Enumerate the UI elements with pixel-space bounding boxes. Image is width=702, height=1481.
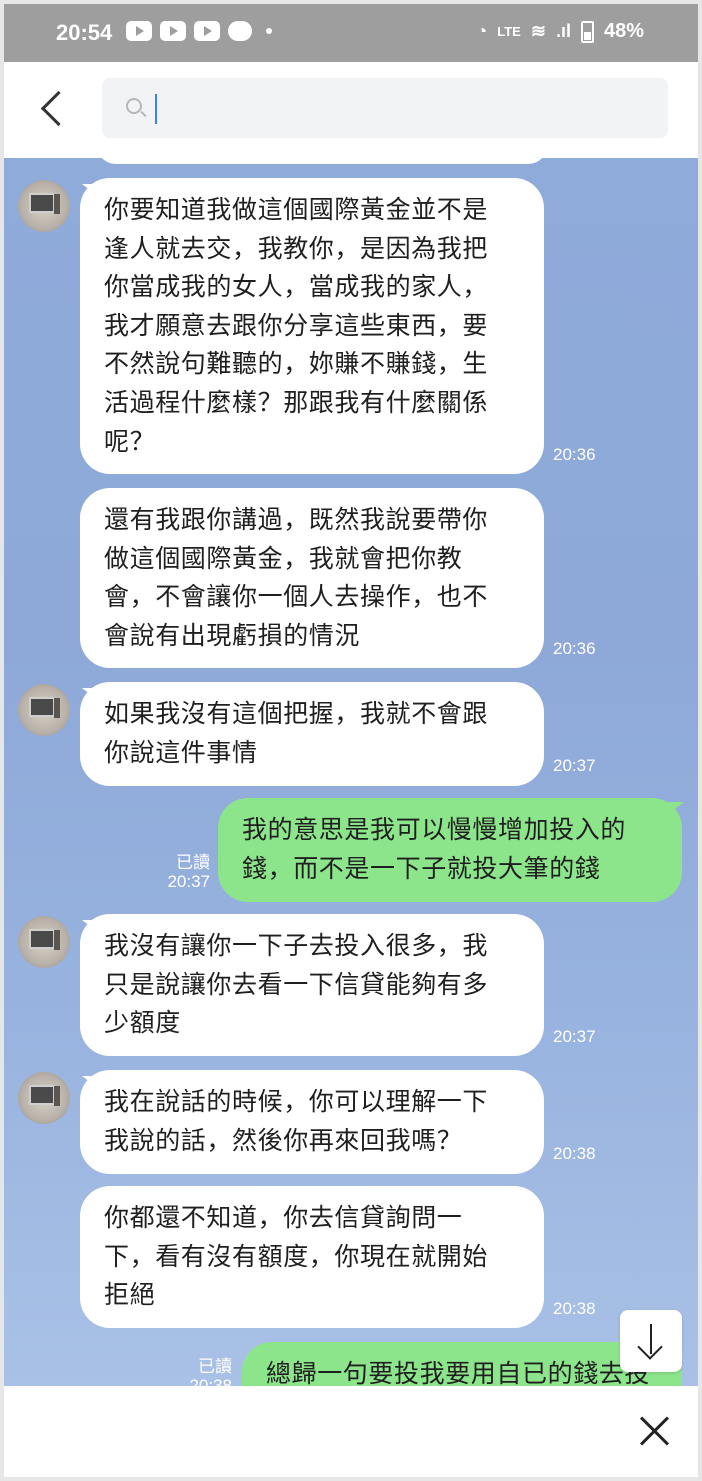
avatar[interactable] <box>18 684 70 736</box>
back-arrow-icon[interactable] <box>38 90 68 130</box>
alarm-icon: ◔ <box>476 21 488 41</box>
lte-icon: LTE <box>497 24 521 39</box>
status-indicators: ◔ LTE ≋ .ıl 48% <box>476 20 644 43</box>
search-bar[interactable] <box>102 78 668 138</box>
more-notifications-dot-icon <box>266 28 272 34</box>
wifi-icon: ≋ <box>530 21 546 41</box>
message-bubble-incoming[interactable]: 我沒有讓你一下子去投入很多，我 只是說讓你去看一下信貸能夠有多 少額度 <box>80 914 544 1056</box>
close-icon[interactable] <box>636 1412 674 1450</box>
previous-message-bubble <box>96 158 548 164</box>
message-bubble-incoming[interactable]: 你都還不知道，你去信貸詢問一 下，看有沒有額度，你現在就開始 拒絕 <box>80 1186 544 1328</box>
search-bottom-bar <box>4 1386 698 1477</box>
search-icon <box>126 98 142 114</box>
message-time: 20:37 <box>553 756 596 775</box>
chat-area[interactable]: 你要知道我做這個國際黃金並不是 逢人就去交，我教你，是因為我把 你當成我的女人，… <box>4 158 698 1386</box>
youtube-icon <box>126 21 152 41</box>
message-time: 20:38 <box>189 1376 232 1386</box>
battery-percent: 48% <box>603 20 644 42</box>
text-cursor <box>155 94 157 124</box>
notification-icons <box>126 21 272 41</box>
status-bar: 20:54 ◔ LTE ≋ .ıl 48% <box>4 4 698 62</box>
avatar[interactable] <box>18 1072 70 1124</box>
message-time: 20:37 <box>167 872 210 891</box>
message-bubble-incoming[interactable]: 還有我跟你講過，既然我說要帶你 做這個國際黃金，我就會把你教 會，不會讓你一個人… <box>80 488 544 668</box>
message-bubble-incoming[interactable]: 如果我沒有這個把握，我就不會跟 你說這件事情 <box>80 682 544 786</box>
message-bubble-outgoing[interactable]: 我的意思是我可以慢慢增加投入的 錢，而不是一下子就投大筆的錢 <box>218 798 682 902</box>
scroll-to-bottom-button[interactable] <box>620 1310 682 1372</box>
youtube-icon <box>160 21 186 41</box>
avatar[interactable] <box>18 916 70 968</box>
message-time: 20:36 <box>553 445 596 464</box>
message-bubble-outgoing[interactable]: 總歸一句要投我要用自已的錢去投 <box>242 1342 682 1386</box>
arrow-down-icon-head <box>637 1334 663 1360</box>
search-input[interactable] <box>154 92 634 124</box>
message-time: 20:38 <box>553 1299 596 1318</box>
chat-search-header <box>4 62 698 158</box>
line-icon <box>228 21 252 41</box>
message-time: 20:38 <box>553 1144 596 1163</box>
message-bubble-incoming[interactable]: 你要知道我做這個國際黃金並不是 逢人就去交，我教你，是因為我把 你當成我的女人，… <box>80 178 544 474</box>
chat-screen: 20:54 ◔ LTE ≋ .ıl 48% 你要知道我做這個國際黃金並不是 逢人… <box>0 0 702 1481</box>
read-receipt: 已讀 <box>198 1357 232 1376</box>
signal-icon: .ıl <box>555 21 571 41</box>
message-time: 20:36 <box>553 639 596 658</box>
message-bubble-incoming[interactable]: 我在說話的時候，你可以理解一下 我說的話，然後你再來回我嗎？ <box>80 1070 544 1174</box>
avatar[interactable] <box>18 180 70 232</box>
message-time: 20:37 <box>553 1027 596 1046</box>
read-receipt: 已讀 <box>176 853 210 872</box>
status-time: 20:54 <box>56 20 113 45</box>
youtube-icon <box>194 21 220 41</box>
battery-icon <box>580 20 594 43</box>
